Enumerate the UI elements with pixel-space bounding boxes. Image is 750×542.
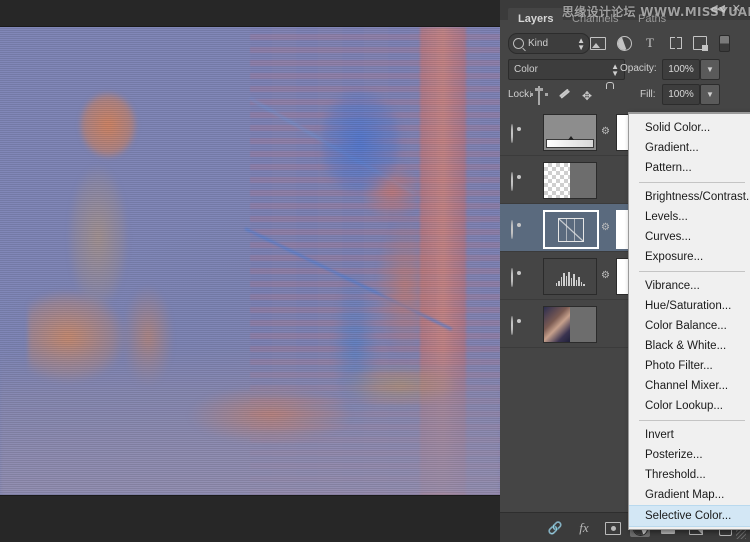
smart-object-filter-icon[interactable] [692,35,708,51]
text-t-icon: T [646,35,654,50]
link-icon[interactable]: ⚙ [601,126,610,138]
opacity-input[interactable]: 100% [662,59,700,80]
type-layer-filter-icon[interactable]: T [642,35,658,51]
pixel-layer-filter-icon[interactable] [590,35,606,51]
tab-paths[interactable]: Paths [628,8,676,30]
menu-item-photo-filter[interactable]: Photo Filter... [629,356,750,376]
layer-thumbnail[interactable] [543,210,599,249]
filter-kind-label: Kind [528,38,549,49]
blend-mode-select[interactable]: Color ▲ ▼ [508,59,625,80]
fill-input[interactable]: 100% [662,84,700,105]
opacity-dropdown-arrow[interactable]: ▼ [700,59,720,80]
lock-image-pixels-button[interactable] [560,87,574,101]
tab-layers[interactable]: Layers [508,8,564,30]
lock-transparency-button[interactable] [538,86,552,105]
menu-separator [639,182,745,183]
menu-item-exposure[interactable]: Exposure... [629,247,750,267]
lock-label: Lock: [508,89,532,100]
menu-item-black-and-white[interactable]: Black & White... [629,336,750,356]
blend-mode-row: Color ▲ ▼ Opacity: 100% ▼ [500,57,750,81]
photo-thumbnail [544,307,570,342]
layer-visibility-icon[interactable] [511,124,527,143]
menu-item-vibrance[interactable]: Vibrance... [629,276,750,296]
layer-visibility-icon[interactable] [511,220,527,239]
filter-enable-toggle[interactable] [716,34,732,52]
link-layers-button[interactable]: 🔗 [545,519,565,537]
toggle-switch-icon [718,34,730,52]
lock-position-button[interactable]: ✥ [582,87,596,103]
layer-thumbnail[interactable] [543,162,597,199]
layer-thumbnail[interactable] [543,114,597,151]
menu-item-curves[interactable]: Curves... [629,227,750,247]
curves-thumbnail [545,212,597,247]
opacity-label: Opacity: [620,63,657,74]
layer-filter-row: Kind ▲ ▼ T [500,30,750,56]
blend-mode-value: Color [514,64,538,75]
image-canvas[interactable] [0,27,500,495]
layer-style-button[interactable]: fx [574,519,594,537]
menu-item-brightness-contrast[interactable]: Brightness/Contrast... [629,187,750,207]
layer-thumbnail[interactable] [543,306,597,343]
shape-icon [670,37,682,49]
menu-item-gradient-map[interactable]: Gradient Map... [629,485,750,505]
resize-grip[interactable] [736,529,746,539]
menu-item-solid-color[interactable]: Solid Color... [629,118,750,138]
menu-item-color-lookup[interactable]: Color Lookup... [629,396,750,416]
menu-item-pattern[interactable]: Pattern... [629,158,750,178]
menu-item-channel-mixer[interactable]: Channel Mixer... [629,376,750,396]
menu-item-gradient[interactable]: Gradient... [629,138,750,158]
layer-visibility-icon[interactable] [511,268,527,287]
menu-item-selective-color[interactable]: Selective Color... [629,505,750,527]
smart-object-icon [693,36,708,51]
mask-icon [605,521,621,535]
new-adjustment-layer-menu: Solid Color... Gradient... Pattern... Br… [628,112,750,530]
link-icon[interactable]: ⚙ [601,270,610,282]
photo-grain [0,27,500,495]
layer-visibility-icon[interactable] [511,316,527,335]
layer-visibility-icon[interactable] [511,172,527,191]
fx-icon: fx [579,520,589,535]
chevron-updown-icon: ▲ ▼ [611,61,619,78]
adjustment-layer-filter-icon[interactable] [616,35,632,51]
lock-all-button[interactable] [604,87,618,101]
menu-separator [639,271,745,272]
tab-channels[interactable]: Channels [562,8,628,30]
add-layer-mask-button[interactable] [603,519,623,537]
chevron-updown-icon: ▲ ▼ [577,35,585,52]
layer-thumbnail[interactable] [543,258,597,295]
menu-item-color-balance[interactable]: Color Balance... [629,316,750,336]
search-icon [513,38,524,49]
menu-separator [639,420,745,421]
image-icon [590,36,606,50]
menu-item-levels[interactable]: Levels... [629,207,750,227]
move-arrows-icon: ✥ [582,89,593,103]
menu-item-hue-saturation[interactable]: Hue/Saturation... [629,296,750,316]
edited-photograph [0,27,500,495]
checkerboard-icon [538,86,540,105]
fill-label: Fill: [640,89,656,100]
menu-item-threshold[interactable]: Threshold... [629,465,750,485]
shape-layer-filter-icon[interactable] [668,35,684,51]
panel-tabs: Layers Channels Paths [500,8,750,30]
menu-item-posterize[interactable]: Posterize... [629,445,750,465]
adjustment-circle-icon [616,35,632,51]
lock-row: Lock: ✥ Fill: 100% ▼ [500,83,750,107]
transparency-checker [544,163,570,198]
levels-thumbnail [544,259,596,294]
menu-item-invert[interactable]: Invert [629,425,750,445]
link-icon: 🔗 [547,521,563,535]
document-window [0,0,500,542]
filter-kind-select[interactable]: Kind ▲ ▼ [508,33,590,54]
gradient-map-thumbnail [544,115,596,150]
link-icon[interactable]: ⚙ [601,222,610,234]
fill-dropdown-arrow[interactable]: ▼ [700,84,720,105]
